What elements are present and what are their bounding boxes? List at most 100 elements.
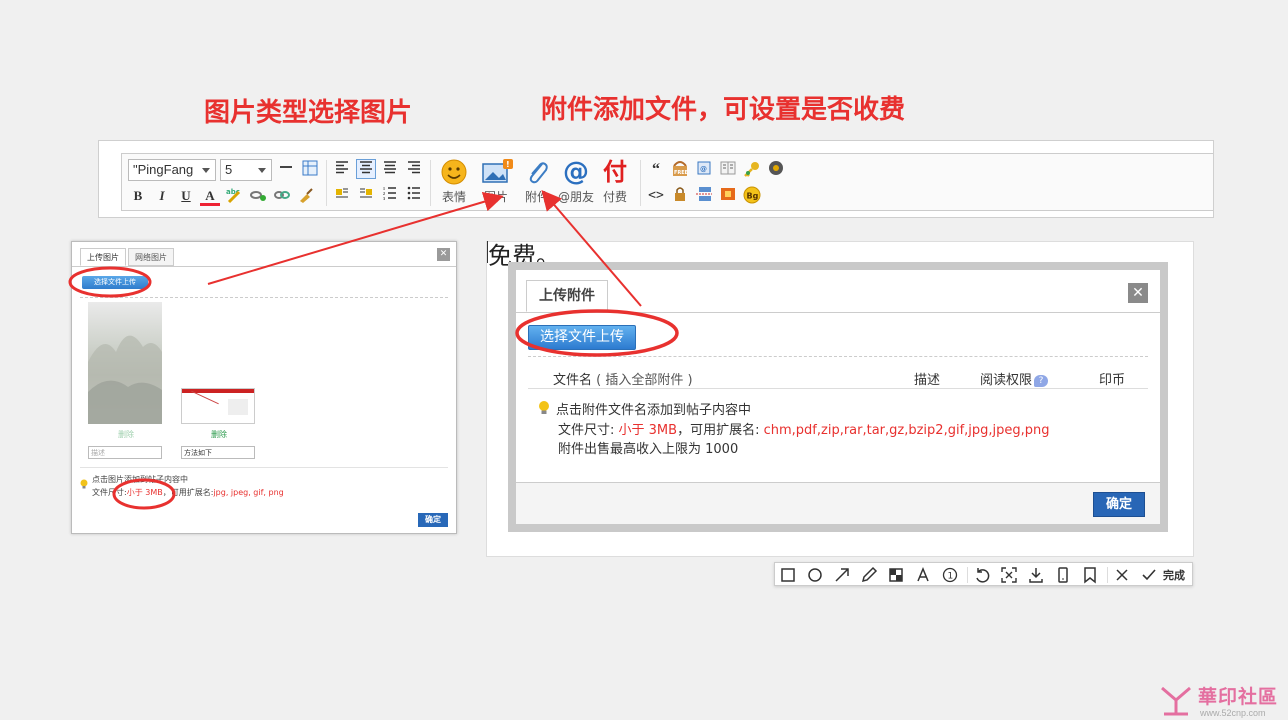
check-icon[interactable]	[1140, 566, 1158, 584]
description-input[interactable]: 描述	[88, 446, 162, 459]
align-right-icon[interactable]	[404, 160, 424, 180]
background-icon[interactable]: Bg	[742, 186, 762, 206]
select-file-upload-button[interactable]: 选择文件上传	[528, 325, 636, 350]
description-input[interactable]: 方法如下	[181, 446, 255, 459]
undo-icon[interactable]	[973, 566, 991, 584]
watermark: 華印社區 www.52cnp.com	[1156, 682, 1288, 720]
column-description: 描述	[914, 373, 941, 388]
confirm-button[interactable]: 确定	[418, 513, 448, 527]
free-icon[interactable]: FREE	[670, 158, 690, 178]
cancel-icon[interactable]	[1113, 566, 1131, 584]
phone-icon[interactable]	[1054, 566, 1072, 584]
media-icon[interactable]	[766, 160, 786, 180]
tab-upload-attachment[interactable]: 上传附件	[526, 280, 608, 312]
svg-text:Bg: Bg	[747, 192, 759, 201]
code-box-icon[interactable]: @	[694, 160, 714, 180]
ordered-list-icon[interactable]: 123	[380, 186, 400, 206]
column-coins: 印币	[1099, 373, 1126, 388]
close-icon[interactable]: ✕	[437, 248, 450, 261]
emoji-label: 表情	[441, 190, 466, 204]
mosaic-icon[interactable]	[887, 566, 905, 584]
tab-upload-image[interactable]: 上传图片	[80, 248, 126, 266]
svg-text:1: 1	[948, 572, 954, 582]
lightbulb-icon	[80, 474, 88, 493]
insert-all-attachments-link[interactable]: ( 插入全部附件 )	[596, 373, 692, 388]
columns-icon[interactable]	[718, 160, 738, 180]
confirm-button[interactable]: 确定	[1093, 492, 1145, 517]
code-icon[interactable]: <>	[646, 186, 666, 206]
italic-button[interactable]: I	[152, 186, 172, 206]
quote-icon[interactable]: “	[646, 160, 666, 180]
download-icon[interactable]	[1027, 566, 1045, 584]
tab-web-image[interactable]: 网络图片	[128, 248, 174, 266]
toolbar-inner: "PingFang 5 B I U A abc 1 2 3 表情 ! 图片 附件…	[121, 153, 1213, 211]
font-family-select[interactable]: "PingFang	[128, 159, 216, 181]
delete-link[interactable]: 删除	[118, 429, 134, 440]
horizontal-rule-icon[interactable]	[276, 160, 296, 180]
clear-format-icon[interactable]	[296, 186, 316, 206]
float-right-icon[interactable]	[356, 186, 376, 206]
lightbulb-icon	[538, 400, 550, 419]
spellcheck-icon[interactable]: abc	[224, 186, 244, 206]
ellipse-icon[interactable]	[806, 566, 824, 584]
attachment-tip-line1: 点击附件文件名添加到帖子内容中	[556, 403, 752, 418]
page-break-icon[interactable]	[694, 186, 714, 206]
image-thumbnail[interactable]	[88, 302, 162, 424]
pay-label: 付费	[602, 190, 627, 204]
paperclip-icon	[522, 158, 552, 186]
help-icon[interactable]: ?	[1034, 374, 1049, 387]
annotation-image-type: 图片类型选择图片	[204, 98, 413, 128]
column-read-permission: 阅读权限?	[980, 369, 1049, 388]
attachment-button[interactable]: 附件	[520, 158, 554, 205]
number-marker-icon[interactable]: 1	[941, 566, 959, 584]
svg-text:FREE: FREE	[674, 170, 689, 176]
editor-toolbar: "PingFang 5 B I U A abc 1 2 3 表情 ! 图片 附件…	[98, 140, 1214, 218]
done-button[interactable]: 完成	[1163, 567, 1185, 583]
text-icon[interactable]	[914, 566, 932, 584]
bold-button[interactable]: B	[128, 186, 148, 206]
column-filename: 文件名 ( 插入全部附件 )	[553, 373, 693, 388]
underline-button[interactable]: U	[176, 186, 196, 206]
font-color-button[interactable]: A	[200, 186, 220, 206]
image-icon: !	[481, 158, 513, 186]
flash-icon[interactable]	[718, 186, 738, 206]
font-size-value: 5	[225, 162, 233, 177]
select-file-upload-button[interactable]: 选择文件上传	[82, 276, 148, 289]
image-button[interactable]: ! 图片	[476, 158, 516, 205]
bookmark-icon[interactable]	[1081, 566, 1099, 584]
key-icon[interactable]	[742, 160, 762, 180]
image-tip-line2: 文件尺寸:小于 3MB，可用扩展名:jpg, jpeg, gif, png	[92, 488, 284, 497]
align-left-icon[interactable]	[332, 160, 352, 180]
font-size-select[interactable]: 5	[220, 159, 272, 181]
table-icon[interactable]	[300, 160, 320, 180]
font-family-value: "PingFang	[133, 162, 194, 177]
rectangle-icon[interactable]	[779, 566, 797, 584]
watermark-text: 華印社區	[1198, 686, 1279, 708]
pin-screen-icon[interactable]	[1000, 566, 1018, 584]
close-icon[interactable]: ✕	[1128, 283, 1148, 303]
annotation-attachment: 附件添加文件，可设置是否收费	[541, 95, 906, 125]
attachment-label: 附件	[524, 190, 549, 204]
align-center-icon[interactable]	[356, 159, 376, 179]
emoji-button[interactable]: 表情	[436, 158, 472, 205]
svg-text:@: @	[700, 165, 707, 173]
unordered-list-icon[interactable]	[404, 186, 424, 206]
float-left-icon[interactable]	[332, 186, 352, 206]
pay-icon: 付	[603, 158, 627, 186]
image-thumbnail[interactable]	[181, 388, 255, 424]
arrow-icon[interactable]	[833, 566, 851, 584]
link-add-icon[interactable]	[248, 186, 268, 206]
mention-label: @朋友	[557, 190, 594, 204]
unlink-icon[interactable]	[272, 186, 292, 206]
emoji-icon	[439, 158, 469, 186]
image-tip-line1: 点击图片添加到帖子内容中	[92, 475, 188, 484]
pen-icon[interactable]	[860, 566, 878, 584]
delete-link[interactable]: 删除	[211, 429, 227, 440]
hide-icon[interactable]	[670, 186, 690, 206]
watermark-url: www.52cnp.com	[1200, 708, 1266, 718]
pay-button[interactable]: 付 付费	[598, 158, 632, 205]
mention-button[interactable]: @ @朋友	[556, 158, 596, 205]
attachment-tip-line3: 附件出售最高收入上限为 1000	[558, 442, 739, 457]
screenshot-toolbar: 1 完成	[774, 562, 1193, 586]
align-justify-icon[interactable]	[380, 160, 400, 180]
